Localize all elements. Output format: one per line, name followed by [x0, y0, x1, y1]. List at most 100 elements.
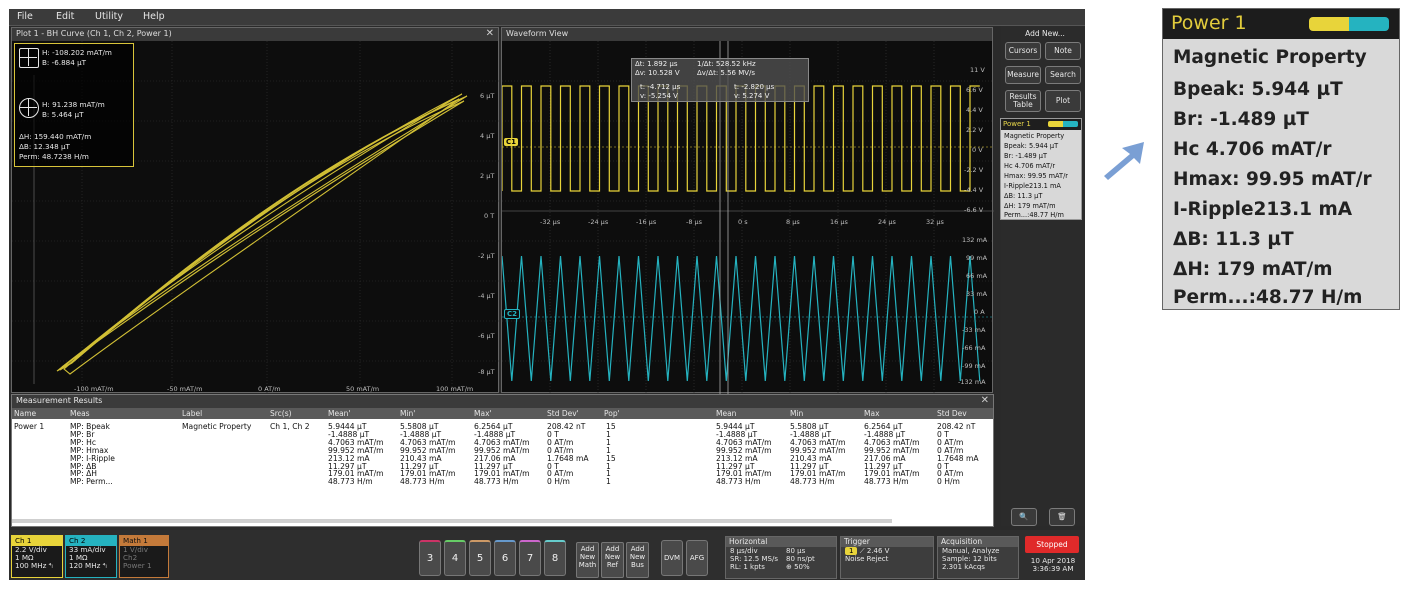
current-tick: 99 mA — [966, 254, 988, 262]
ch1-badge[interactable]: Ch 1 2.2 V/div 1 MΩ 100 MHz ⁴ₗ — [11, 535, 63, 578]
col-max-prime[interactable]: Max' — [474, 409, 492, 418]
badge-row: Hmax: 99.95 mAT/r — [1004, 172, 1068, 180]
right-control-panel: Add New... Cursors Note Measure Search R… — [1001, 26, 1085, 526]
cell-stddev: 208.42 nT 0 T 0 AT/m 0 AT/m 1.7648 mA 0 … — [937, 422, 979, 487]
volt-tick: 0 V — [972, 146, 983, 154]
add-new-bus-button[interactable]: Add New Bus — [626, 542, 649, 578]
zoom-row: ΔB: 11.3 µT — [1173, 229, 1294, 250]
close-icon[interactable]: ✕ — [981, 395, 989, 406]
col-meas[interactable]: Meas — [70, 409, 90, 418]
menu-help[interactable]: Help — [143, 11, 165, 22]
zoom-power1-title: Power 1 — [1171, 12, 1247, 34]
power1-badge-header: Power 1 — [1001, 119, 1081, 130]
menu-edit[interactable]: Edit — [56, 11, 74, 22]
cursor2-voltage: v: 5.274 V — [734, 92, 770, 100]
add-new-math-button[interactable]: Add New Math — [576, 542, 599, 578]
measure-button[interactable]: Measure — [1005, 66, 1041, 84]
col-name[interactable]: Name — [14, 409, 36, 418]
channel-4-button[interactable]: 4 — [444, 540, 466, 576]
afg-button[interactable]: AFG — [686, 540, 708, 576]
plot-button[interactable]: Plot — [1045, 90, 1081, 112]
current-tick: 66 mA — [966, 272, 988, 280]
volt-tick: 2.2 V — [966, 126, 983, 134]
col-srcs[interactable]: Src(s) — [270, 409, 292, 418]
horizontal-scrollbar[interactable] — [12, 519, 892, 523]
badge-row: Perm...:48.77 H/m — [1004, 211, 1064, 219]
ch2-bandwidth: 120 MHz ⁴ₗ — [69, 561, 107, 570]
close-icon[interactable]: ✕ — [486, 28, 494, 39]
inverse-delta-t: 1/Δt: 528.52 kHz — [697, 60, 756, 68]
bh-xtick: 50 mAT/m — [346, 385, 380, 393]
permeability: Perm: 48.7238 H/m — [19, 152, 89, 161]
bh-ytick: -6 µT — [478, 332, 495, 340]
ch1-marker[interactable]: C1 — [504, 138, 519, 146]
acquisition-mode: Manual, Analyze — [942, 547, 1000, 555]
time-tick: 32 µs — [926, 218, 944, 226]
col-min-prime[interactable]: Min' — [400, 409, 415, 418]
ch2-marker[interactable]: C2 — [504, 309, 521, 319]
menu-bar: File Edit Utility Help — [9, 9, 1085, 26]
bh-ytick: 0 T — [484, 212, 495, 220]
cursor1-voltage: v: -5.254 V — [640, 92, 678, 100]
acquisition-settings[interactable]: Acquisition Manual, Analyze Sample: 12 b… — [937, 536, 1019, 579]
col-max[interactable]: Max — [864, 409, 880, 418]
cell-stddev-prime: 208.42 nT 0 T 0 AT/m 0 AT/m 1.7648 mA 0 … — [547, 422, 589, 487]
delta-h: ΔH: 159.440 mAT/m — [19, 132, 92, 141]
trigger-settings[interactable]: Trigger 1 ⟋ 2.46 V Noise Reject — [840, 536, 934, 579]
measurement-results-title: Measurement Results — [16, 396, 103, 405]
add-new-ref-button[interactable]: Add New Ref — [601, 542, 624, 578]
bh-ytick: -4 µT — [478, 292, 495, 300]
bh-xtick: -100 mAT/m — [74, 385, 114, 393]
col-pop-prime[interactable]: Pop' — [604, 409, 620, 418]
col-stddev[interactable]: Std Dev — [937, 409, 967, 418]
note-button[interactable]: Note — [1045, 42, 1081, 60]
bh-plot-title-bar: Plot 1 - BH Curve (Ch 1, Ch 2, Power 1) … — [12, 28, 498, 41]
bh-ytick: -8 µT — [478, 368, 495, 376]
cursor2-time: t: -2.820 µs — [734, 83, 775, 91]
power1-badge[interactable]: Power 1 Magnetic Property Bpeak: 5.944 µ… — [1000, 118, 1082, 220]
waveform-view-panel: Waveform View C1 C2 Δt: 1.892 µs 1/Δt: 5… — [501, 27, 994, 394]
trash-icon[interactable]: 🗑 — [1049, 508, 1075, 526]
zoom-icon[interactable]: 🔍 — [1011, 508, 1037, 526]
col-label[interactable]: Label — [182, 409, 202, 418]
badge-row: Br: -1.489 µT — [1004, 152, 1048, 160]
power1-zoom-view: Power 1 Magnetic Property Bpeak: 5.944 µ… — [1162, 8, 1400, 310]
bh-ytick: 6 µT — [480, 92, 495, 100]
channel-6-button[interactable]: 6 — [494, 540, 516, 576]
channel-3-button[interactable]: 3 — [419, 540, 441, 576]
col-mean[interactable]: Mean — [716, 409, 736, 418]
time: 3:36:39 AM — [1032, 564, 1074, 573]
math1-power: Power 1 — [123, 561, 152, 570]
badge-row: ΔH: 179 mAT/m — [1004, 202, 1056, 210]
bh-curve-plot-panel: Plot 1 - BH Curve (Ch 1, Ch 2, Power 1) … — [11, 27, 500, 394]
col-mean-prime[interactable]: Mean' — [328, 409, 351, 418]
acquisition-title: Acquisition — [938, 537, 1018, 547]
dvm-button[interactable]: DVM — [661, 540, 683, 576]
col-min[interactable]: Min — [790, 409, 803, 418]
horizontal-settings[interactable]: Horizontal 8 µs/div 80 µs SR: 12.5 MS/s 80… — [725, 536, 837, 579]
volt-tick: -6.6 V — [964, 206, 984, 214]
time-tick: 8 µs — [786, 218, 800, 226]
menu-file[interactable]: File — [17, 11, 33, 22]
stopped-button[interactable]: Stopped — [1025, 536, 1079, 553]
search-button[interactable]: Search — [1045, 66, 1081, 84]
time-tick: 16 µs — [830, 218, 848, 226]
horizontal-title: Horizontal — [726, 537, 836, 547]
date-time: 10 Apr 2018 3:36:39 AM — [1025, 557, 1081, 573]
cursors-button[interactable]: Cursors — [1005, 42, 1041, 60]
col-stddev-prime[interactable]: Std Dev' — [547, 409, 579, 418]
horizontal-scale: 8 µs/div — [730, 547, 758, 555]
channel-5-button[interactable]: 5 — [469, 540, 491, 576]
bh-ytick: -2 µT — [478, 252, 495, 260]
measurement-results-title-bar: Measurement Results ✕ — [12, 395, 993, 408]
cell-max: 6.2564 µT -1.4888 µT 4.7063 mAT/m 99.952… — [864, 422, 920, 487]
zoom-row: Perm...:48.77 H/m — [1173, 287, 1363, 308]
results-table-button[interactable]: Results Table — [1005, 90, 1041, 112]
menu-utility[interactable]: Utility — [95, 11, 123, 22]
math1-badge[interactable]: Math 1 1 V/div Ch2 Power 1 — [119, 535, 169, 578]
channel-8-button[interactable]: 8 — [544, 540, 566, 576]
current-tick: -132 mA — [958, 378, 986, 386]
zoom-row: Hc 4.706 mAT/r — [1173, 139, 1332, 160]
ch2-badge[interactable]: Ch 2 33 mA/div 1 MΩ 120 MHz ⁴ₗ — [65, 535, 117, 578]
channel-7-button[interactable]: 7 — [519, 540, 541, 576]
